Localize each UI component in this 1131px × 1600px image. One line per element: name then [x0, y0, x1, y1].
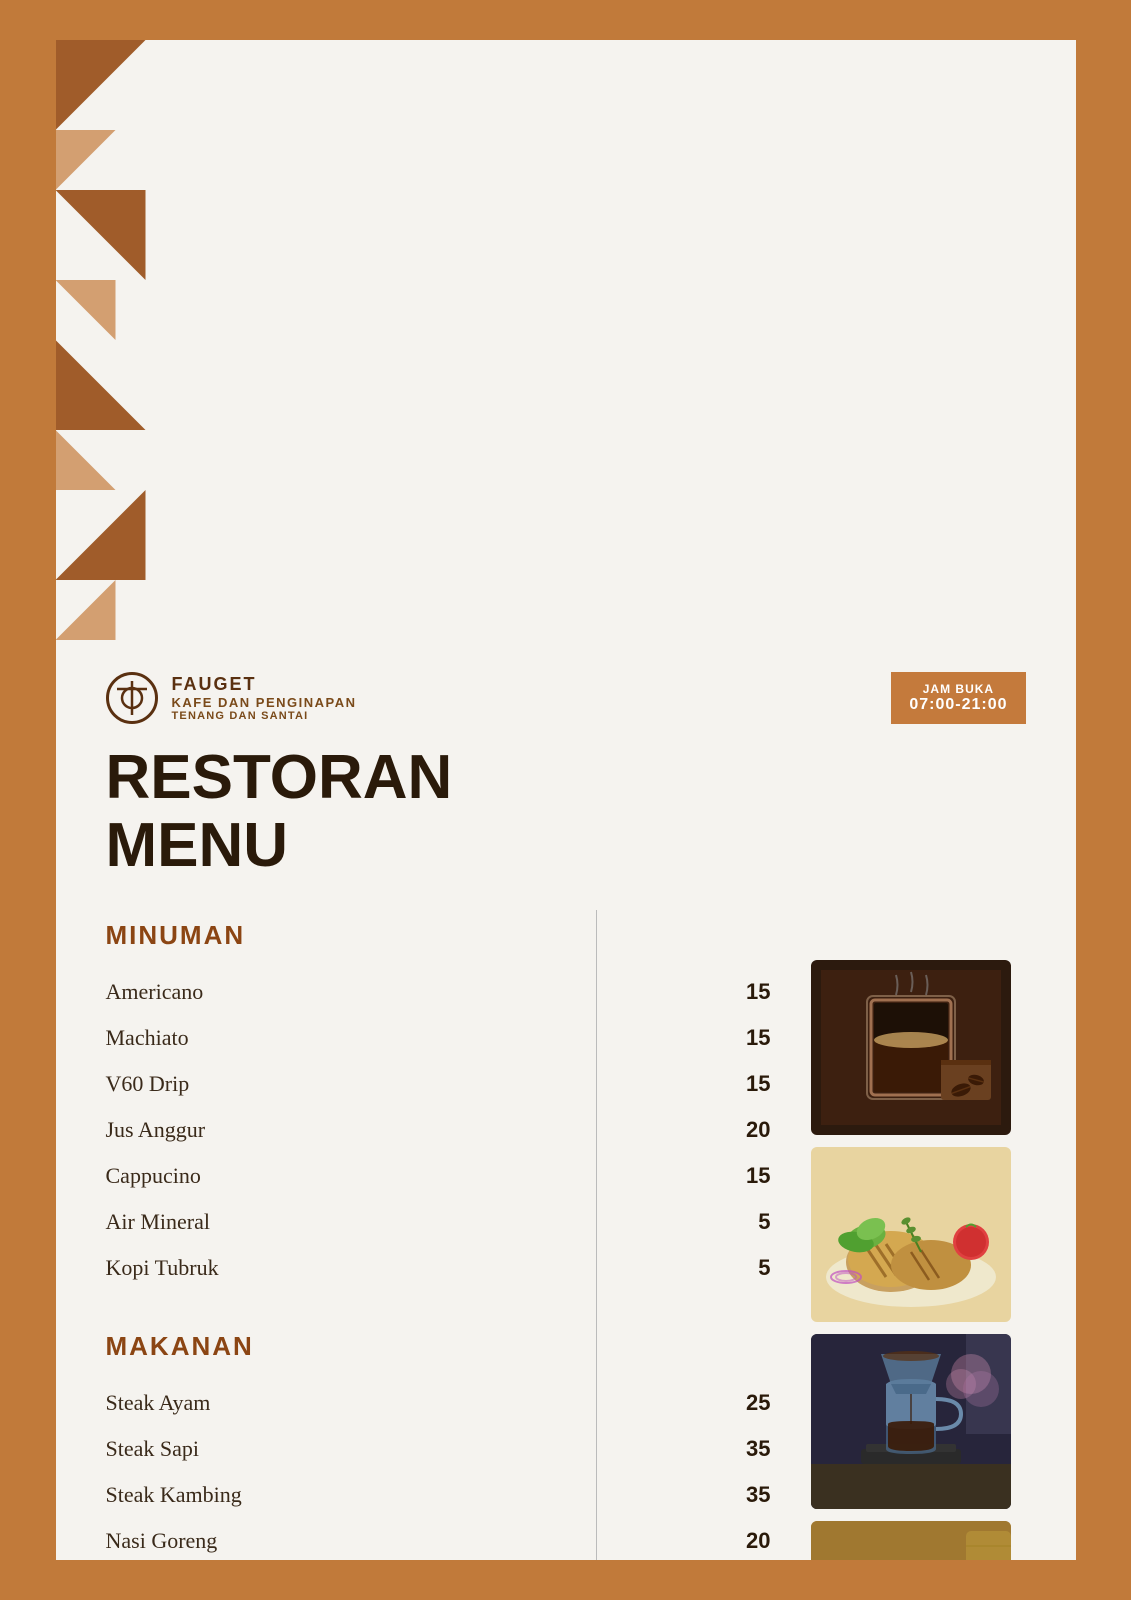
logo-icon [106, 672, 158, 724]
menu-title: RESTORAN MENU [106, 744, 1026, 880]
cafe-tagline: TENANG DAN SANTAI [172, 710, 357, 722]
corner-decoration-tr [56, 190, 146, 280]
corner-decoration-bl [56, 340, 146, 430]
item-name-jus: Jus Anggur [106, 1117, 206, 1143]
menu-item: Nasi Goreng 20 [106, 1518, 771, 1560]
cafe-subtitle: KAFE DAN PENGINAPAN [172, 695, 357, 710]
corner-decoration-bl2 [56, 430, 116, 490]
header: FAUGET KAFE DAN PENGINAPAN TENANG DAN SA… [56, 640, 1076, 744]
section-divider [596, 910, 597, 1560]
item-name-air-mineral: Air Mineral [106, 1209, 210, 1235]
logo-text: FAUGET KAFE DAN PENGINAPAN TENANG DAN SA… [172, 674, 357, 722]
hours-label: JAM BUKA [909, 682, 1007, 696]
item-name-v60: V60 Drip [106, 1071, 190, 1097]
item-price-nasi-goreng: 20 [731, 1528, 771, 1554]
corner-decoration-br [56, 490, 146, 580]
hours-badge: JAM BUKA 07:00-21:00 [891, 672, 1025, 724]
item-name-steak-kambing: Steak Kambing [106, 1482, 242, 1508]
cafe-name: FAUGET [172, 674, 357, 695]
item-name-steak-ayam: Steak Ayam [106, 1390, 211, 1416]
item-price-kopi-tubruk: 5 [731, 1255, 771, 1281]
item-price-cappucino: 15 [731, 1163, 771, 1189]
item-name-kopi-tubruk: Kopi Tubruk [106, 1255, 219, 1281]
item-name-americano: Americano [106, 979, 204, 1005]
coffee-image [811, 960, 1011, 1135]
minuman-section-title: MINUMAN [106, 920, 771, 951]
logo-area: FAUGET KAFE DAN PENGINAPAN TENANG DAN SA… [106, 672, 357, 724]
item-price-americano: 15 [731, 979, 771, 1005]
item-name-cappucino: Cappucino [106, 1163, 201, 1189]
minuman-section: MINUMAN Americano 15 Machiato 15 V60 Dri… [106, 920, 771, 1291]
menu-item: Kopi Tubruk 5 [106, 1245, 771, 1291]
food-image [811, 1147, 1011, 1322]
item-price-jus: 20 [731, 1117, 771, 1143]
menu-item: V60 Drip 15 [106, 1061, 771, 1107]
fried-rice-image [811, 1521, 1011, 1560]
item-price-steak-ayam: 25 [731, 1390, 771, 1416]
item-price-steak-sapi: 35 [731, 1436, 771, 1462]
item-price-v60: 15 [731, 1071, 771, 1097]
corner-decoration-br2 [56, 580, 116, 640]
hours-time: 07:00-21:00 [909, 696, 1007, 714]
item-name-steak-sapi: Steak Sapi [106, 1436, 200, 1462]
menu-item: Steak Ayam 25 [106, 1380, 771, 1426]
menu-item: Machiato 15 [106, 1015, 771, 1061]
menu-page: FAUGET KAFE DAN PENGINAPAN TENANG DAN SA… [56, 40, 1076, 1560]
item-price-steak-kambing: 35 [731, 1482, 771, 1508]
corner-decoration-tl2 [56, 130, 116, 190]
item-name-nasi-goreng: Nasi Goreng [106, 1528, 218, 1554]
menu-items-column: MINUMAN Americano 15 Machiato 15 V60 Dri… [106, 910, 811, 1560]
menu-item: Steak Sapi 35 [106, 1426, 771, 1472]
menu-item: Cappucino 15 [106, 1153, 771, 1199]
makanan-section-title: MAKANAN [106, 1331, 771, 1362]
menu-item: Americano 15 [106, 969, 771, 1015]
menu-item: Steak Kambing 35 [106, 1472, 771, 1518]
corner-decoration-tl [56, 40, 146, 130]
menu-item: Air Mineral 5 [106, 1199, 771, 1245]
pourover-image [811, 1334, 1011, 1509]
makanan-section: MAKANAN Steak Ayam 25 Steak Sapi 35 Stea… [106, 1331, 771, 1560]
images-column [811, 910, 1026, 1560]
item-price-machiato: 15 [731, 1025, 771, 1051]
menu-item: Jus Anggur 20 [106, 1107, 771, 1153]
corner-decoration-tr2 [56, 280, 116, 340]
item-name-machiato: Machiato [106, 1025, 189, 1051]
item-price-air-mineral: 5 [731, 1209, 771, 1235]
